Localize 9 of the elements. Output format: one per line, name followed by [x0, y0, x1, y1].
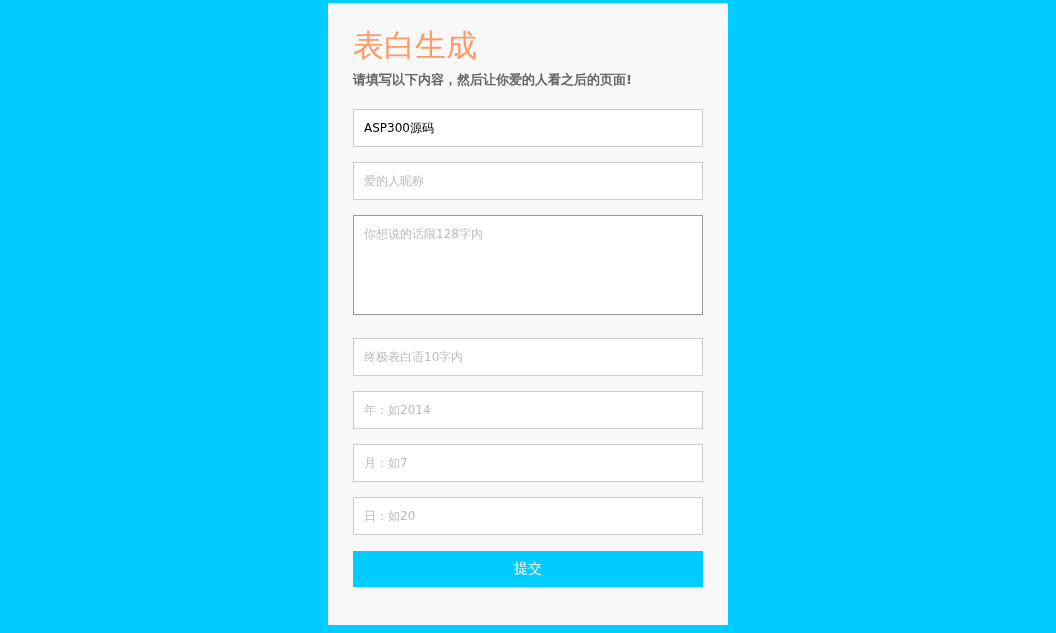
input-field[interactable]: 月：如7 [353, 444, 703, 482]
input-field[interactable]: 年：如2014 [353, 391, 703, 429]
message-field[interactable]: 你想说的话限128字内 [353, 215, 703, 315]
input-field[interactable]: 日：如20 [353, 497, 703, 535]
instruction-text: 请填写以下内容，然后让你爱的人看之后的页面! [353, 71, 633, 89]
input-field[interactable]: ASP300源码 [353, 109, 703, 147]
page-title: 表白生成 [353, 26, 478, 65]
input-field[interactable]: 爱的人昵称 [353, 162, 703, 200]
input-field[interactable]: 终极表白语10字内 [353, 338, 703, 376]
